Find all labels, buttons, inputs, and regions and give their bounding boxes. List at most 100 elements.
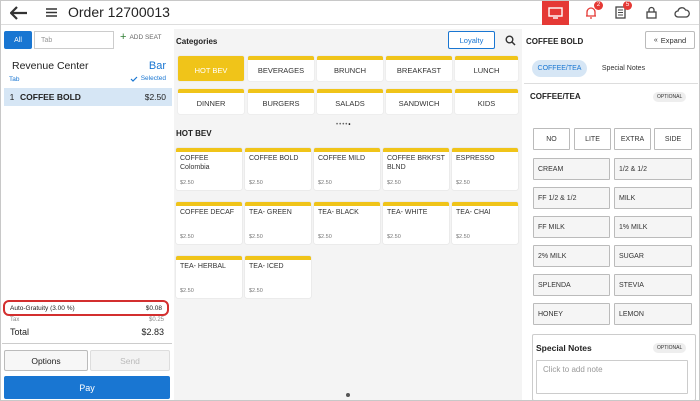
category-burgers[interactable]: BURGERS xyxy=(248,89,314,114)
order-panel: All Tab + ADD SEAT Revenue Center Bar Ta… xyxy=(2,29,172,401)
total-label: Total xyxy=(10,327,30,337)
modifier-option[interactable]: STEVIA xyxy=(614,274,692,296)
order-line-item[interactable]: 1 COFFEE BOLD $2.50 xyxy=(4,88,172,106)
special-notes-input[interactable]: Click to add note xyxy=(536,360,688,394)
customer-display-icon[interactable] xyxy=(542,0,569,25)
menu-item[interactable]: COFFEE BOLD $2.50 xyxy=(245,148,311,190)
menu-item[interactable]: TEA- GREEN $2.50 xyxy=(245,202,311,244)
category-kids[interactable]: KIDS xyxy=(455,89,518,114)
menu-panel: Categories Loyalty HOT BEV BEVERAGES BRU… xyxy=(174,29,522,401)
amount-lite[interactable]: LITE xyxy=(574,128,611,150)
menu-item[interactable]: TEA- BLACK $2.50 xyxy=(314,202,380,244)
expand-label: Expand xyxy=(660,35,687,45)
total-value: $2.83 xyxy=(141,327,164,337)
page-indicator-dot xyxy=(346,393,350,397)
lock-icon[interactable] xyxy=(644,0,658,25)
notification-badge: 2 xyxy=(594,1,603,10)
category-lunch[interactable]: LUNCH xyxy=(455,56,518,81)
notes-optional-badge: OPTIONAL xyxy=(653,343,687,353)
plus-icon: + xyxy=(120,31,127,43)
order-title: Order 12700013 xyxy=(68,4,170,20)
expand-button[interactable]: « Expand xyxy=(645,31,695,49)
amount-extra[interactable]: EXTRA xyxy=(614,128,651,150)
category-dinner[interactable]: DINNER xyxy=(178,89,244,114)
tab-label: Tab xyxy=(9,76,20,83)
menu-item-name: TEA- WHITE xyxy=(387,209,428,216)
menu-item-price: $2.50 xyxy=(249,288,263,294)
menu-item[interactable]: COFFEE Colombia $2.50 xyxy=(176,148,242,190)
modifier-option[interactable]: 1/2 & 1/2 xyxy=(614,158,692,180)
menu-item-name: COFFEE Colombia xyxy=(180,155,210,171)
divider xyxy=(2,343,172,344)
modifier-option[interactable]: 1% MILK xyxy=(614,216,692,238)
orders-list-icon[interactable]: 5 xyxy=(612,0,632,25)
category-hot-bev[interactable]: HOT BEV xyxy=(178,56,244,81)
section-title: HOT BEV xyxy=(176,129,212,138)
menu-item[interactable]: COFFEE DECAF $2.50 xyxy=(176,202,242,244)
revenue-center-label: Revenue Center xyxy=(12,60,89,72)
modifier-option[interactable]: MILK xyxy=(614,187,692,209)
amount-side[interactable]: SIDE xyxy=(654,128,692,150)
options-button[interactable]: Options xyxy=(4,350,88,371)
menu-item-name: TEA- CHAI xyxy=(456,209,491,216)
menu-item-name: COFFEE MILD xyxy=(318,155,366,162)
send-button[interactable]: Send xyxy=(90,350,170,371)
modifier-option[interactable]: HONEY xyxy=(533,303,610,325)
modifier-option[interactable]: 2% MILK xyxy=(533,245,610,267)
tab-input[interactable]: Tab xyxy=(34,31,114,49)
revenue-center-value[interactable]: Bar xyxy=(149,60,166,72)
menu-item-price: $2.50 xyxy=(180,180,194,186)
total-row: Total $2.83 xyxy=(10,327,164,337)
menu-item[interactable]: TEA- CHAI $2.50 xyxy=(452,202,518,244)
tax-row: Tax $0.25 xyxy=(10,317,164,323)
menu-item-name: COFFEE BOLD xyxy=(249,155,299,162)
modifier-section-title: COFFEE/TEA xyxy=(530,92,581,101)
menu-icon[interactable] xyxy=(44,0,58,25)
category-sandwich[interactable]: SANDWICH xyxy=(386,89,452,114)
tab-coffee-tea[interactable]: COFFEE/TEA xyxy=(532,60,587,77)
category-brunch[interactable]: BRUNCH xyxy=(317,56,383,81)
order-item-price: $2.50 xyxy=(144,92,166,102)
pay-button[interactable]: Pay xyxy=(4,376,170,399)
menu-item[interactable]: COFFEE MILD $2.50 xyxy=(314,148,380,190)
tab-special-notes[interactable]: Special Notes xyxy=(596,60,651,77)
page-dots[interactable]: ••••• xyxy=(336,122,352,128)
modifier-option[interactable]: FF 1/2 & 1/2 xyxy=(533,187,610,209)
menu-item-name: COFFEE BRKFST BLND xyxy=(387,155,445,171)
modifier-panel: COFFEE BOLD « Expand COFFEE/TEA Special … xyxy=(524,29,700,401)
menu-item[interactable]: TEA- ICED $2.50 xyxy=(245,256,311,298)
notification-bell-icon[interactable]: 2 xyxy=(583,0,603,25)
auto-gratuity-value: $0.08 xyxy=(145,304,162,312)
selected-item-title: COFFEE BOLD xyxy=(526,37,584,46)
menu-item-price: $2.50 xyxy=(387,234,401,240)
menu-item-name: TEA- HERBAL xyxy=(180,263,226,270)
amount-no[interactable]: NO xyxy=(533,128,570,150)
menu-item[interactable]: TEA- HERBAL $2.50 xyxy=(176,256,242,298)
menu-item[interactable]: ESPRESSO $2.50 xyxy=(452,148,518,190)
category-beverages[interactable]: BEVERAGES xyxy=(248,56,314,81)
menu-item-price: $2.50 xyxy=(249,180,263,186)
tax-value: $0.25 xyxy=(148,317,164,323)
orders-badge: 5 xyxy=(623,1,632,10)
menu-item-price: $2.50 xyxy=(456,180,470,186)
search-icon[interactable] xyxy=(505,33,516,51)
add-seat-button[interactable]: + ADD SEAT xyxy=(120,31,161,43)
modifier-option[interactable]: LEMON xyxy=(614,303,692,325)
menu-item-price: $2.50 xyxy=(180,288,194,294)
check-icon xyxy=(130,76,138,82)
modifier-option[interactable]: CREAM xyxy=(533,158,610,180)
auto-gratuity-row: Auto-Gratuity (3.00 %) $0.08 xyxy=(3,300,169,316)
modifier-option[interactable]: FF MILK xyxy=(533,216,610,238)
back-arrow-icon[interactable] xyxy=(8,0,30,25)
tab-all[interactable]: All xyxy=(4,31,32,49)
menu-item[interactable]: COFFEE BRKFST BLND $2.50 xyxy=(383,148,449,190)
loyalty-button[interactable]: Loyalty xyxy=(448,31,495,49)
menu-item-price: $2.50 xyxy=(318,234,332,240)
modifier-option[interactable]: SPLENDA xyxy=(533,274,610,296)
category-breakfast[interactable]: BREAKFAST xyxy=(386,56,452,81)
menu-item-price: $2.50 xyxy=(318,180,332,186)
category-salads[interactable]: SALADS xyxy=(317,89,383,114)
menu-item[interactable]: TEA- WHITE $2.50 xyxy=(383,202,449,244)
cloud-icon[interactable] xyxy=(673,0,691,25)
modifier-option[interactable]: SUGAR xyxy=(614,245,692,267)
